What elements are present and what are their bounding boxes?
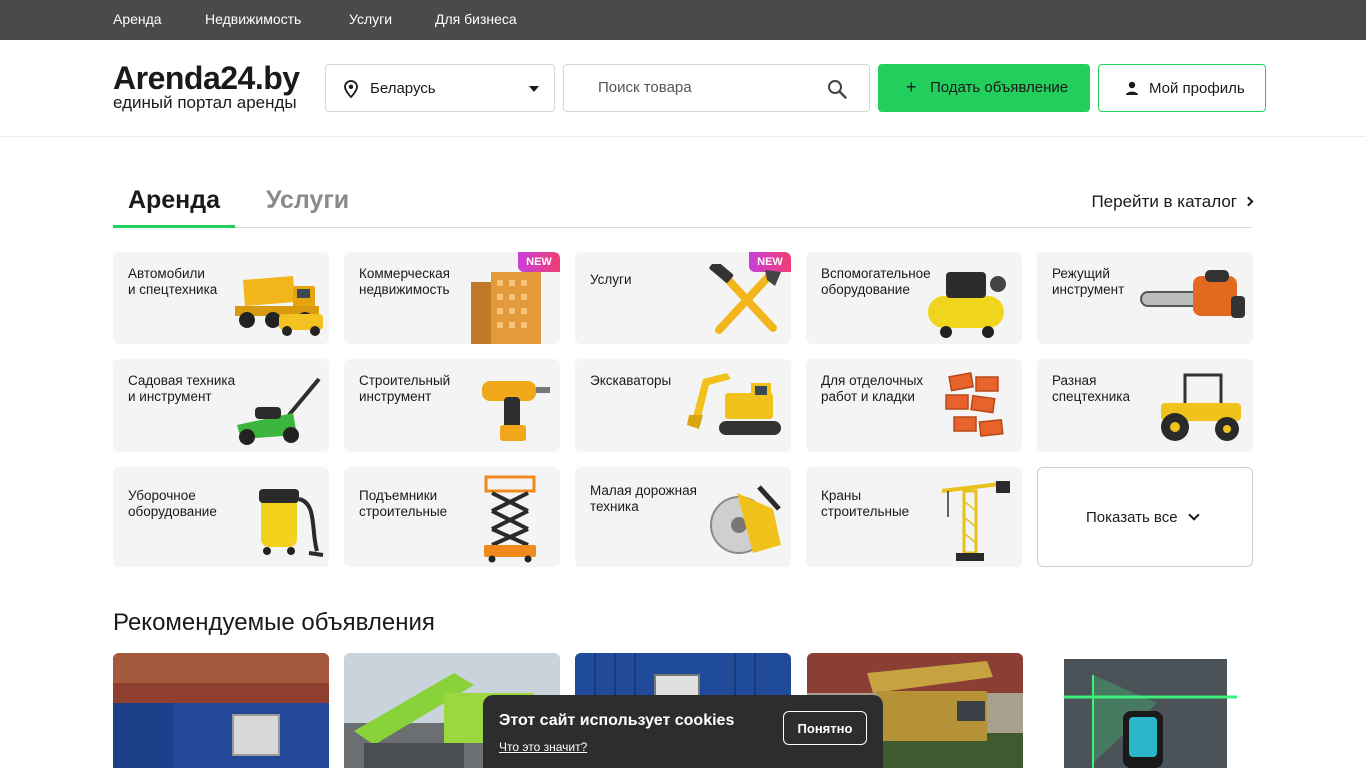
category-card-cranes[interactable]: Краны строительные (806, 467, 1022, 567)
building-icon (471, 272, 541, 344)
vacuum-icon (259, 489, 324, 557)
logo-subtitle: единый портал аренды (113, 93, 297, 112)
category-label: Коммерческая недвижимость (359, 266, 450, 297)
cookie-accept-button[interactable]: Понятно (783, 711, 867, 745)
logo-title[interactable]: Arenda24.by (113, 60, 300, 97)
lawn-mower-icon (237, 377, 321, 445)
category-label: Экскаваторы (590, 373, 672, 388)
category-card-auxiliary-equipment[interactable]: Вспомогательное оборудование (806, 252, 1022, 344)
chevron-down-icon (1188, 509, 1200, 521)
tab-rent[interactable]: Аренда (113, 186, 235, 228)
category-card-finishing-masonry[interactable]: Для отделочных работ и кладки (806, 359, 1022, 452)
category-label: Автомобили и спецтехника (128, 266, 218, 297)
category-label: Услуги (590, 272, 632, 287)
catalog-link[interactable]: Перейти в каталог (1091, 192, 1254, 212)
category-label: Подъемники строительные (359, 488, 448, 519)
chevron-down-icon (529, 86, 539, 92)
tab-services[interactable]: Услуги (266, 186, 349, 215)
post-ad-label: Подать объявление (930, 79, 1069, 96)
excavator-icon (687, 373, 781, 435)
post-ad-button[interactable]: + Подать объявление (878, 64, 1090, 112)
plus-icon: + (906, 77, 917, 97)
category-card-garden[interactable]: Садовая техника и инструмент (113, 359, 329, 452)
drill-icon (482, 381, 550, 441)
search-icon[interactable] (827, 79, 847, 104)
region-label: Беларусь (370, 80, 436, 97)
user-icon (1125, 81, 1139, 99)
top-nav-business[interactable]: Для бизнеса (435, 11, 517, 27)
region-select[interactable]: Беларусь (325, 64, 555, 112)
top-nav: Аренда Недвижимость Услуги Для бизнеса (0, 0, 1366, 40)
category-card-vehicles[interactable]: Автомобили и спецтехника (113, 252, 329, 344)
profile-label: Мой профиль (1149, 80, 1245, 97)
category-card-construction-tools[interactable]: Строительный инструмент (344, 359, 560, 452)
tractor-icon (1161, 373, 1241, 441)
category-label: Разная спецтехника (1052, 373, 1131, 404)
category-label: Краны строительные (821, 488, 910, 519)
crane-icon (941, 481, 1010, 561)
header: Arenda24.by единый портал аренды Беларус… (0, 40, 1366, 137)
category-label: Малая дорожная техника (590, 483, 697, 514)
cookie-info-link[interactable]: Что это значит? (499, 740, 587, 754)
listing-card[interactable] (1037, 653, 1253, 768)
top-nav-rent[interactable]: Аренда (113, 11, 162, 27)
recommended-title: Рекомендуемые объявления (113, 609, 435, 636)
bricks-icon (945, 372, 1004, 437)
category-card-special-machinery[interactable]: Разная спецтехника (1037, 359, 1253, 452)
category-card-lifts[interactable]: Подъемники строительные (344, 467, 560, 567)
scissor-lift-icon (484, 475, 536, 563)
category-label: Уборочное оборудование (128, 488, 217, 519)
search-input[interactable] (598, 79, 818, 96)
search-box (563, 64, 870, 112)
category-card-cutting-tools[interactable]: Режущий инструмент (1037, 252, 1253, 344)
category-card-excavators[interactable]: Экскаваторы (575, 359, 791, 452)
container-photo-icon (113, 653, 329, 768)
category-label: Вспомогательное оборудование (821, 266, 931, 297)
listing-card[interactable] (113, 653, 329, 768)
tools-icon (709, 264, 781, 334)
category-card-services[interactable]: Услуги NEW (575, 252, 791, 344)
laser-level-photo-icon (1037, 653, 1253, 768)
map-pin-icon (344, 80, 358, 103)
show-all-label: Показать все (1086, 509, 1178, 526)
category-label: Садовая техника и инструмент (128, 373, 236, 404)
compressor-icon (928, 272, 1006, 338)
category-label: Для отделочных работ и кладки (821, 373, 924, 404)
dump-truck-icon (235, 276, 323, 336)
profile-button[interactable]: Мой профиль (1098, 64, 1266, 112)
cookie-title: Этот сайт использует cookies (499, 712, 735, 729)
category-label: Строительный инструмент (359, 373, 451, 404)
catalog-link-label: Перейти в каталог (1091, 192, 1237, 211)
show-all-button[interactable]: Показать все (1037, 467, 1253, 567)
cookie-banner: Этот сайт использует cookies Что это зна… (483, 695, 883, 768)
chainsaw-icon (1140, 270, 1245, 318)
chevron-right-icon (1243, 196, 1254, 207)
category-card-road-machinery[interactable]: Малая дорожная техника (575, 467, 791, 567)
top-nav-real-estate[interactable]: Недвижимость (205, 11, 301, 27)
category-tabs: Аренда Услуги Перейти в каталог (113, 180, 1254, 228)
cutter-icon (710, 485, 781, 554)
top-nav-services[interactable]: Услуги (349, 11, 392, 27)
category-card-cleaning[interactable]: Уборочное оборудование (113, 467, 329, 567)
category-card-commercial-real-estate[interactable]: Коммерческая недвижимость NEW (344, 252, 560, 344)
